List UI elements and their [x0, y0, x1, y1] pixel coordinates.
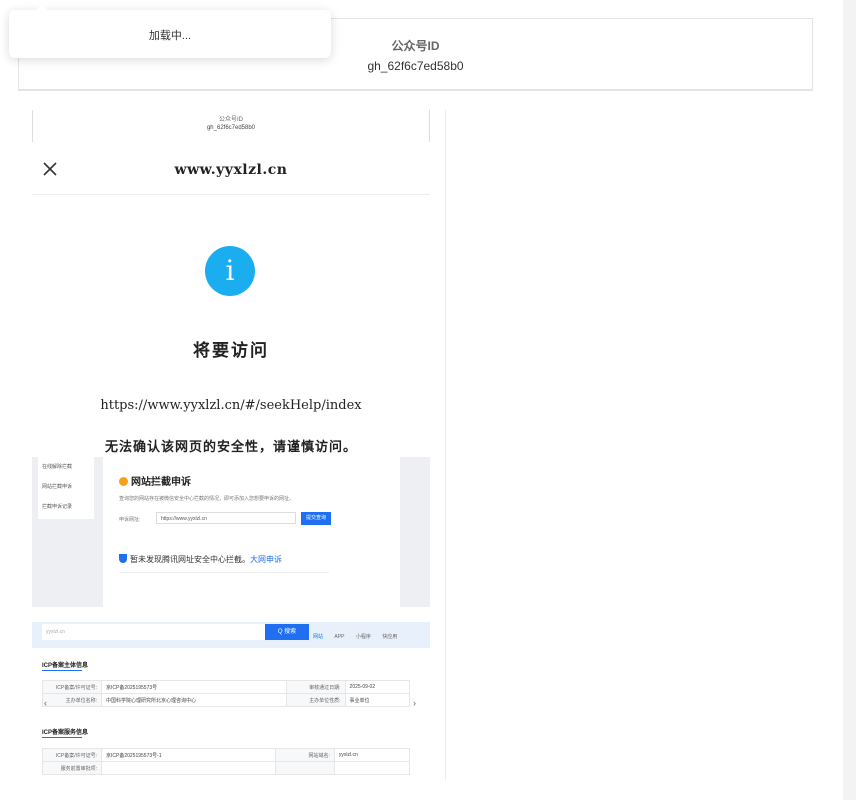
- table-value: 事业单位: [344, 693, 411, 707]
- page-domain: www.yyxlzl.cn: [174, 162, 288, 178]
- icp-subject-table: ICP备案/许可证号: 京ICP备2025195573号 审核通过日期: 202…: [42, 680, 411, 707]
- table-row: 服务前置审批项:: [42, 761, 411, 775]
- table-key: 服务前置审批项:: [42, 761, 102, 775]
- appeal-url-input[interactable]: https://www.yyxlzl.cn: [156, 512, 296, 524]
- account-id-value: gh_62f6c7ed58b0: [367, 59, 464, 73]
- icp-subject-title: ICP备案主体信息: [42, 660, 88, 671]
- table-key: 网站域名:: [274, 748, 335, 762]
- table-key: ICP备案/许可证号:: [42, 748, 102, 762]
- icp-service-table: ICP备案/许可证号: 京ICP备2025195573号-1 网站域名: yyx…: [42, 748, 411, 775]
- table-key: 审核通过日期:: [285, 680, 346, 694]
- table-value: [101, 761, 276, 775]
- info-icon: i: [205, 246, 255, 296]
- loading-message: 加载中...: [148, 30, 192, 42]
- appeal-description: 查询您的网站存在被微信安全中心拦截的情况，即可添加入您想要申诉的网址。: [119, 496, 295, 502]
- appeal-menu: 在线解除拦截 网站拦截申诉 拦截申诉记录: [38, 457, 94, 519]
- appeal-title: 网站拦截申诉: [119, 473, 191, 488]
- table-row: 主办单位名称: 中国科学院心理研究所北京心理咨询中心 主办单位性质: 事业单位: [42, 693, 411, 707]
- icp-search-input[interactable]: yyxlzl.cn: [42, 624, 267, 640]
- icp-search-bar: yyxlzl.cn Q 搜索 网站 APP 小程序 快应用: [32, 622, 430, 648]
- appeal-menu-item[interactable]: 在线解除拦截: [38, 457, 94, 477]
- table-value: yyxlzl.cn: [333, 748, 411, 762]
- icp-option-miniprogram[interactable]: 小程序: [356, 634, 371, 640]
- table-value: 京ICP备2025195573号-1: [101, 748, 276, 762]
- loading-toast: 加载中...: [9, 4, 331, 58]
- appeal-result-text: 暂未发现腾讯网址安全中心拦截。: [130, 555, 250, 564]
- appeal-panel: 在线解除拦截 网站拦截申诉 拦截申诉记录 网站拦截申诉 查询您的网站存在被微信安…: [32, 457, 430, 607]
- appeal-menu-item[interactable]: 拦截申诉记录: [38, 497, 94, 517]
- appeal-result-link[interactable]: 大网申诉: [250, 555, 282, 564]
- icp-search-button[interactable]: Q 搜索: [265, 624, 309, 640]
- page-scrollbar[interactable]: [843, 0, 856, 800]
- appeal-result: 暂未发现腾讯网址安全中心拦截。大网申诉: [119, 554, 282, 565]
- shield-icon: [119, 554, 127, 563]
- appeal-submit-button[interactable]: 提交查询: [301, 512, 331, 525]
- visit-heading: 将要访问: [193, 341, 269, 361]
- mini-id-label: 公众号ID: [218, 117, 243, 123]
- icp-option-app[interactable]: APP: [334, 634, 344, 640]
- icp-service-title: ICP备案服务信息: [42, 727, 88, 738]
- warning-dot-icon: [119, 477, 128, 486]
- icp-option-quickapp[interactable]: 快应用: [382, 634, 397, 640]
- table-value: 中国科学院心理研究所北京心理咨询中心: [101, 693, 287, 707]
- mini-id-card: 公众号ID gh_62f6c7ed58b0: [32, 110, 430, 142]
- appeal-card: 网站拦截申诉 查询您的网站存在被微信安全中心拦截的情况，即可添加入您想要申诉的网…: [103, 457, 400, 607]
- table-key: [274, 761, 335, 775]
- table-key: 主办单位名称:: [42, 693, 102, 707]
- screenshot-right-border: [445, 110, 446, 780]
- evidence-screenshot: 公众号ID gh_62f6c7ed58b0 www.yyxlzl.cn i 将要…: [32, 110, 430, 780]
- appeal-title-text: 网站拦截申诉: [131, 477, 191, 488]
- icp-type-options: 网站 APP 小程序 快应用: [313, 633, 407, 640]
- appeal-result-divider: [119, 572, 329, 573]
- table-key: 主办单位性质:: [285, 693, 346, 707]
- appeal-menu-item[interactable]: 网站拦截申诉: [38, 477, 94, 497]
- chevron-left-icon[interactable]: ‹: [44, 698, 47, 708]
- table-value: 京ICP备2025195573号: [101, 680, 287, 694]
- table-row: ICP备案/许可证号: 京ICP备2025195573号 审核通过日期: 202…: [42, 680, 411, 694]
- security-warning: 无法确认该网页的安全性，请谨慎访问。: [104, 440, 357, 455]
- card-divider: [18, 90, 813, 91]
- appeal-field-label: 申诉网址:: [119, 517, 141, 523]
- table-value: [333, 761, 411, 775]
- toast-pointer: [36, 4, 48, 10]
- table-value: 2025-09-02: [344, 680, 411, 694]
- table-row: ICP备案/许可证号: 京ICP备2025195573号-1 网站域名: yyx…: [42, 748, 411, 762]
- icp-option-website[interactable]: 网站: [313, 634, 323, 640]
- target-url: https://www.yyxlzl.cn/#/seekHelp/index: [100, 398, 362, 413]
- table-key: ICP备案/许可证号:: [42, 680, 102, 694]
- chevron-right-icon[interactable]: ›: [413, 698, 416, 708]
- mini-id-value: gh_62f6c7ed58b0: [206, 125, 256, 131]
- wechat-browser-bar: www.yyxlzl.cn: [32, 144, 430, 195]
